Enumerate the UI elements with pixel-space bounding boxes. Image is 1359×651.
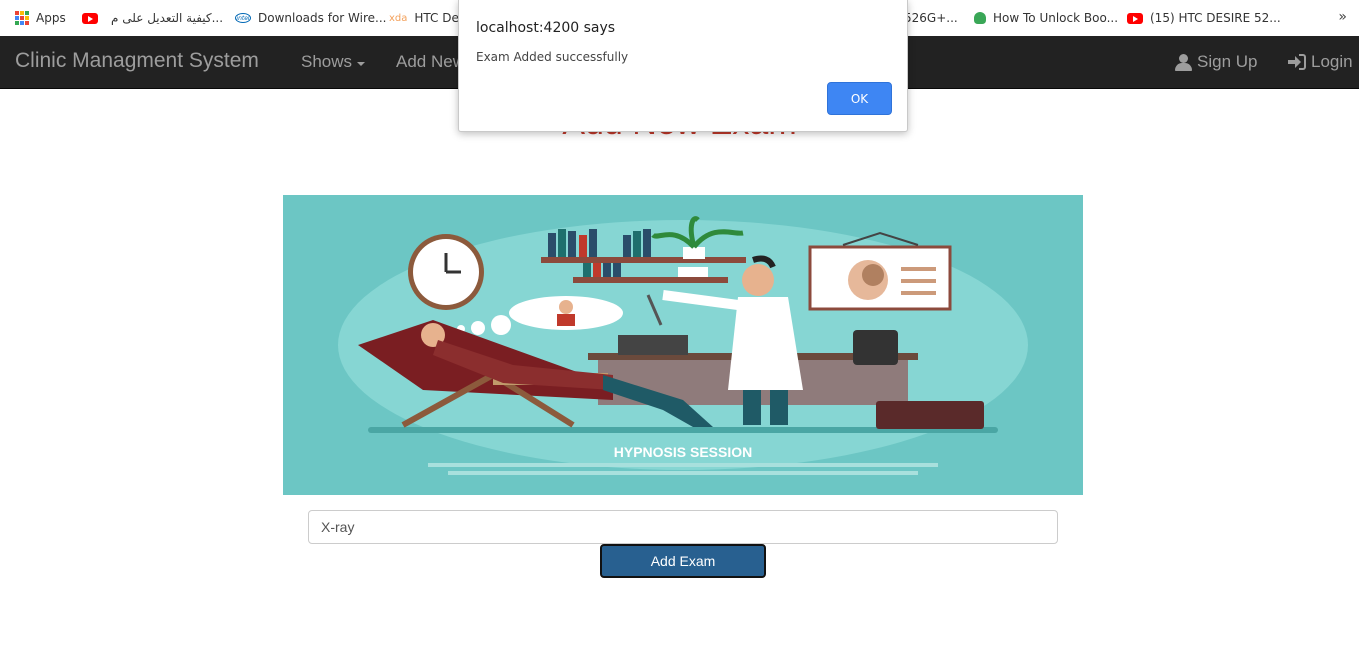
signup-label: Sign Up [1197,52,1258,71]
bookmark-label: How To Unlock Boo... [993,11,1119,25]
bookmark-intel-downloads[interactable]: intel Downloads for Wire... [235,0,386,36]
bookmark-526g[interactable]: 526G+... [904,0,958,36]
caret-down-icon [357,61,366,66]
add-new-link[interactable]: Add New [396,52,465,72]
brand-link[interactable]: Clinic Managment System [15,49,259,73]
xda-icon: xda [389,12,408,24]
signup-link[interactable]: Sign Up [1175,52,1257,72]
bookmark-apps[interactable]: Apps [15,0,66,36]
dialog-message: Exam Added successfully [476,50,629,64]
hypnosis-session-illustration: HYPNOSIS SESSION [283,195,1083,495]
shows-dropdown[interactable]: Shows [301,52,366,72]
log-in-icon [1288,54,1306,70]
ok-button[interactable]: OK [827,82,892,115]
bookmark-label: Apps [36,11,66,25]
login-label: Login [1311,52,1353,71]
user-icon [1175,53,1192,71]
more-bookmarks-chevron-icon[interactable]: » [1338,9,1347,25]
bookmark-label: 526G+... [904,11,958,25]
shows-label: Shows [301,52,353,71]
bookmark-arabic-video[interactable]: كيفية التعديل على م... [82,0,223,36]
exam-name-input[interactable] [308,510,1058,544]
alert-dialog: localhost:4200 says Exam Added successfu… [458,0,908,132]
add-exam-button[interactable]: Add Exam [600,544,766,578]
bookmark-label: (15) HTC DESIRE 52... [1150,11,1281,25]
bookmark-unlock-boot[interactable]: How To Unlock Boo... [974,0,1118,36]
intel-icon: intel [235,13,251,23]
youtube-icon [1127,12,1143,24]
dialog-title: localhost:4200 says [476,20,616,36]
bookmark-label: Downloads for Wire... [258,11,387,25]
bookmark-xda[interactable]: xda HTC Des [389,0,465,36]
add-new-label: Add New [396,52,465,71]
illustration-caption: HYPNOSIS SESSION [614,444,752,460]
apps-grid-icon [15,11,29,25]
login-link[interactable]: Login [1288,52,1353,72]
android-icon [974,12,986,24]
bookmark-htc-desire[interactable]: (15) HTC DESIRE 52... [1127,0,1281,36]
youtube-icon [82,12,98,24]
bookmark-label: كيفية التعديل على م... [111,11,224,25]
